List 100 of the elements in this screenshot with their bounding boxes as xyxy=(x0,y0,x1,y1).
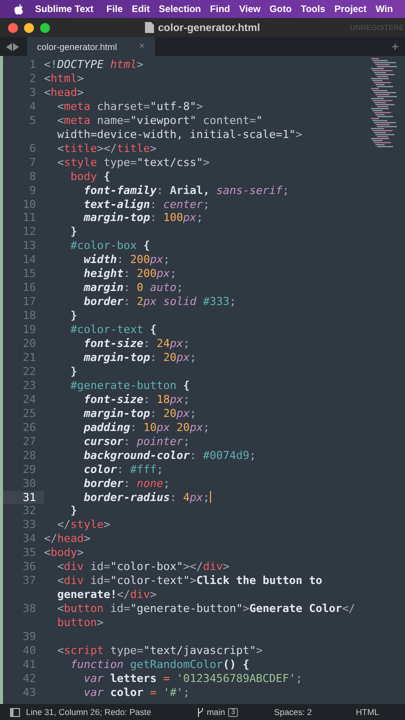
code-token: { xyxy=(182,378,190,393)
line-number: 14 xyxy=(22,253,37,268)
code-token: > xyxy=(77,546,84,560)
code-token: ; xyxy=(202,420,210,435)
menu-item[interactable]: View xyxy=(239,4,261,14)
line-number: 40 xyxy=(22,644,37,658)
window-title: color-generator.html xyxy=(158,22,260,34)
line-number: 21 xyxy=(22,350,37,365)
code-token: border xyxy=(82,295,124,310)
code-token: > xyxy=(196,100,203,114)
code-token: button xyxy=(56,616,97,630)
code-token: body xyxy=(69,170,97,184)
code-token: id xyxy=(89,574,104,588)
code-token: 4 xyxy=(183,490,190,504)
code-token: 20 xyxy=(163,406,176,421)
line-number: 35 xyxy=(22,546,37,560)
code-token: text-align xyxy=(82,198,150,212)
menu-item[interactable]: Tools xyxy=(300,4,326,14)
menu-item[interactable]: Win xyxy=(376,4,393,14)
cursor-position: Line 31, Column 26; Redo: Paste xyxy=(26,707,152,717)
code-token: "generate-button" xyxy=(130,602,243,616)
line-number: 31 xyxy=(3,490,44,504)
code-token: : xyxy=(150,406,158,421)
code-token: cursor xyxy=(82,434,124,449)
menu-item[interactable]: Project xyxy=(334,4,367,14)
menu-item[interactable]: File xyxy=(106,4,123,14)
line-number: 17 xyxy=(22,295,37,310)
code-token: margin-top xyxy=(82,350,150,365)
code-token: = xyxy=(124,114,130,128)
code-token: title xyxy=(64,142,97,156)
file-tab[interactable]: color-generator.html × xyxy=(27,37,155,56)
app-menu[interactable]: Sublime Text xyxy=(35,4,94,14)
minimap-drawing[interactable] xyxy=(371,58,397,148)
text-cursor xyxy=(210,491,211,504)
line-number: 5 xyxy=(28,114,37,129)
code-token: } xyxy=(69,309,78,324)
apple-icon[interactable] xyxy=(14,4,24,14)
code-token: > xyxy=(136,58,144,72)
panel-icon[interactable] xyxy=(10,708,20,716)
code-token: meta xyxy=(64,114,90,128)
code-token: > xyxy=(150,588,157,602)
code-token: ; xyxy=(183,434,190,449)
line-number: 32 xyxy=(22,504,37,518)
code-token: : xyxy=(143,337,151,351)
back-icon[interactable] xyxy=(6,42,12,50)
code-token: < xyxy=(56,574,64,588)
code-token: = xyxy=(162,672,170,686)
code-token: > xyxy=(242,602,250,616)
code-token: = xyxy=(249,114,256,128)
code-token: > xyxy=(190,574,196,588)
close-button[interactable] xyxy=(8,22,18,32)
menu-item[interactable]: Edit xyxy=(132,4,150,14)
code-token: = xyxy=(104,574,110,588)
code-token: type xyxy=(102,156,130,170)
zoom-button[interactable] xyxy=(40,22,50,32)
code-token: px xyxy=(183,211,196,226)
code-token: 0 xyxy=(136,281,144,296)
code-token: 200 xyxy=(136,267,157,282)
line-number: 34 xyxy=(22,532,37,546)
code-token: function xyxy=(69,658,124,672)
code-token: : xyxy=(150,198,158,212)
code-token: html xyxy=(50,72,78,86)
code-token: = xyxy=(124,602,130,616)
line-number: 39 xyxy=(22,630,37,644)
code-token: DOCTYPE xyxy=(57,58,104,72)
code-token: Generate Color xyxy=(249,602,342,616)
line-number: 28 xyxy=(22,448,37,463)
forward-icon[interactable] xyxy=(13,42,19,50)
menu-item[interactable]: Find xyxy=(210,4,230,14)
code-token: #0074d9 xyxy=(202,448,250,463)
menu-item[interactable]: Selection xyxy=(158,4,201,14)
branch-name[interactable]: main xyxy=(206,707,226,717)
code-token: id xyxy=(109,602,124,616)
code-token: 20 xyxy=(163,350,176,365)
syntax-setting[interactable]: HTML xyxy=(356,707,379,717)
code-token: ; xyxy=(183,686,190,700)
code-token: Arial, xyxy=(170,184,211,198)
code-token: > xyxy=(77,72,84,86)
menu-item[interactable]: Goto xyxy=(270,4,292,14)
indentation-setting[interactable]: Spaces: 2 xyxy=(274,707,312,717)
code-token: : xyxy=(116,462,124,477)
minimize-button[interactable] xyxy=(24,22,34,32)
code-token: 100 xyxy=(163,211,184,226)
code-token: ; xyxy=(202,490,210,504)
code-token: : xyxy=(123,434,132,449)
line-number: 25 xyxy=(22,406,37,421)
code-token: ></ xyxy=(97,142,117,156)
code-token: : xyxy=(123,281,132,296)
code-token: ; xyxy=(249,448,256,463)
code-token: } xyxy=(69,225,78,240)
line-number: 38 xyxy=(22,602,37,618)
code-token: type xyxy=(109,644,137,658)
branch-icon[interactable] xyxy=(196,708,204,716)
code-token: : xyxy=(150,350,158,365)
code-token: { xyxy=(102,170,110,184)
code-token: font-family xyxy=(82,184,157,198)
code-token: width xyxy=(82,253,117,268)
code-token: < xyxy=(56,156,64,170)
line-number: 6 xyxy=(28,142,37,156)
new-tab-button[interactable]: + xyxy=(385,37,405,56)
